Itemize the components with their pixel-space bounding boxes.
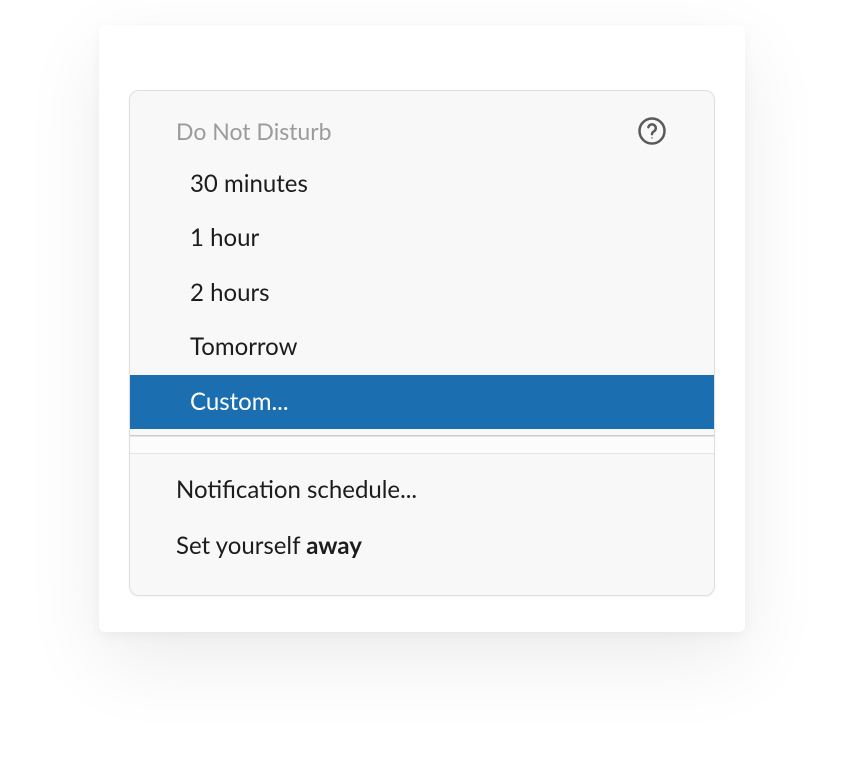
dnd-option-2-hours[interactable]: 2 hours bbox=[130, 266, 714, 320]
set-away-bold: away bbox=[306, 531, 362, 560]
dnd-option-30-minutes[interactable]: 30 minutes bbox=[130, 157, 714, 211]
notification-schedule-item[interactable]: Notification schedule... bbox=[130, 462, 714, 518]
menu-separator-band bbox=[130, 436, 714, 454]
menu-separator bbox=[130, 435, 714, 454]
dnd-menu: Do Not Disturb 30 minutes 1 hour 2 hours… bbox=[129, 90, 715, 596]
dnd-option-tomorrow[interactable]: Tomorrow bbox=[130, 320, 714, 374]
popover-card: Do Not Disturb 30 minutes 1 hour 2 hours… bbox=[99, 25, 745, 632]
dnd-option-list: 30 minutes 1 hour 2 hours Tomorrow Custo… bbox=[130, 157, 714, 435]
menu-header: Do Not Disturb bbox=[130, 91, 714, 157]
menu-bottom-section: Notification schedule... Set yourself aw… bbox=[130, 454, 714, 595]
menu-title: Do Not Disturb bbox=[176, 117, 332, 145]
dnd-option-custom[interactable]: Custom... bbox=[130, 375, 714, 429]
help-button[interactable] bbox=[636, 115, 668, 147]
set-away-prefix: Set yourself bbox=[176, 531, 306, 560]
set-away-item[interactable]: Set yourself away bbox=[130, 518, 714, 574]
help-circle-icon bbox=[637, 116, 667, 146]
dnd-option-1-hour[interactable]: 1 hour bbox=[130, 211, 714, 265]
